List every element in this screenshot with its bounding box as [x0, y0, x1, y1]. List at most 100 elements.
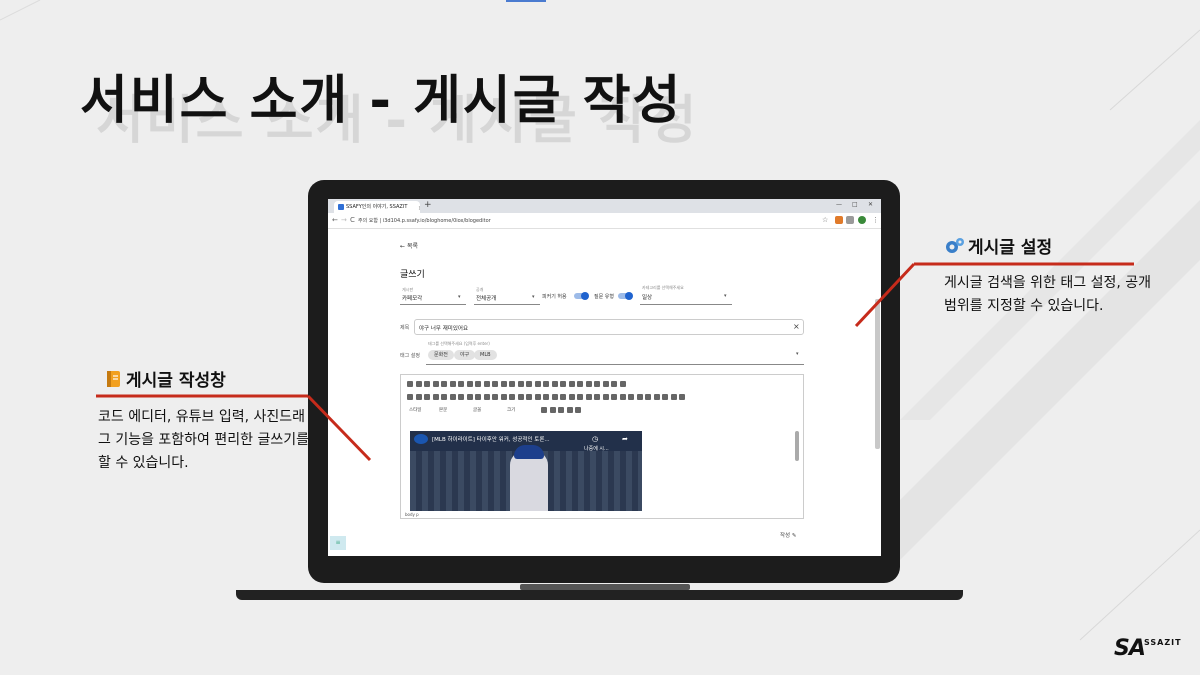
underline-icon[interactable] [424, 394, 430, 400]
forward-arrow-icon[interactable]: → [341, 216, 347, 224]
italic-icon[interactable] [415, 394, 422, 400]
youtube-icon[interactable] [679, 394, 685, 400]
subscript-icon[interactable] [441, 394, 447, 400]
indent-icon[interactable] [500, 394, 507, 400]
cut-icon[interactable] [458, 381, 464, 387]
post-title-input[interactable]: 야구 너무 재미있어요 × [414, 319, 804, 335]
floating-widget-button[interactable]: ≡ [330, 536, 346, 550]
textfield-icon[interactable] [577, 381, 583, 387]
anchor-icon[interactable] [602, 394, 609, 400]
category-select[interactable]: 게시판 카페모각 ▾ [400, 287, 466, 305]
ltr-icon[interactable] [560, 394, 566, 400]
paste-word-icon[interactable] [492, 381, 498, 387]
tag-chip[interactable]: 문화전 [428, 350, 454, 360]
rtl-icon[interactable] [568, 394, 575, 400]
address-bar[interactable]: 주의 요함 | i3d104.p.ssafy.io/bloghome/0iox/… [358, 216, 518, 226]
unlink-icon[interactable] [594, 394, 600, 400]
bookmark-star-icon[interactable]: ☆ [822, 216, 828, 224]
strike-icon[interactable] [432, 394, 439, 400]
visibility-select[interactable]: 공개 전체공개 ▾ [474, 287, 540, 305]
pagebreak-icon[interactable] [662, 394, 668, 400]
editor-scrollbar[interactable] [795, 431, 799, 461]
print-icon[interactable] [441, 381, 447, 387]
watch-later-icon[interactable]: ◷ [592, 435, 598, 443]
back-to-list-link[interactable]: ← 목록 [400, 241, 418, 250]
maximize-icon[interactable] [558, 407, 564, 413]
tag-chip[interactable]: 야구 [454, 350, 476, 360]
source-icon[interactable] [407, 381, 413, 387]
undo-icon[interactable] [500, 381, 507, 387]
button-field-icon[interactable] [602, 381, 609, 387]
template-icon[interactable] [449, 381, 456, 387]
youtube-embed[interactable]: [MLB 하이라이트] 타이후안 워커, 성공적인 토론... ◷ ➦ 나중에 … [410, 431, 642, 511]
profile-avatar-icon[interactable] [858, 216, 866, 224]
reload-icon[interactable]: C [350, 216, 355, 224]
numbered-list-icon[interactable] [475, 394, 481, 400]
extension-icon[interactable] [835, 216, 843, 224]
smiley-icon[interactable] [645, 394, 651, 400]
form-icon[interactable] [551, 381, 558, 387]
text-color-icon[interactable] [541, 407, 547, 413]
textarea-icon[interactable] [585, 381, 592, 387]
save-button[interactable]: 작성 ✎ [780, 531, 796, 539]
minimize-button[interactable]: — [836, 201, 842, 208]
tag-chip[interactable]: MLB [474, 350, 497, 360]
hidden-field-icon[interactable] [619, 381, 626, 387]
close-window-button[interactable]: ✕ [868, 201, 873, 208]
table-icon[interactable] [628, 394, 634, 400]
toggle-2-switch[interactable] [618, 292, 633, 300]
format-select[interactable]: 본문 [439, 407, 447, 413]
justify-icon[interactable] [551, 394, 558, 400]
image-icon[interactable] [611, 394, 617, 400]
select-all-icon[interactable] [534, 381, 541, 387]
flash-icon[interactable] [619, 394, 626, 400]
blockquote-icon[interactable] [509, 394, 515, 400]
replace-icon[interactable] [526, 381, 532, 387]
back-arrow-icon[interactable]: ← [332, 216, 338, 224]
subcategory-select[interactable]: 카테고리를 선택해주세요 일상 ▾ [640, 285, 732, 305]
outdent-icon[interactable] [492, 394, 498, 400]
save-icon[interactable] [415, 381, 422, 387]
radio-icon[interactable] [568, 381, 575, 387]
clear-format-icon[interactable] [466, 394, 473, 400]
rich-text-editor[interactable]: 스타일 본문 글꼴 크기 [MLB 하이라이트] 타이후안 워커, 성공적인 토… [400, 374, 804, 519]
bg-color-icon[interactable] [549, 407, 556, 413]
extensions-puzzle-icon[interactable] [846, 216, 854, 224]
paste-icon[interactable] [475, 381, 481, 387]
image-button-icon[interactable] [611, 381, 617, 387]
toggle-1-switch[interactable] [574, 292, 589, 300]
page-scrollbar[interactable] [875, 299, 880, 449]
bold-icon[interactable] [407, 394, 413, 400]
copy-icon[interactable] [466, 381, 473, 387]
align-right-icon[interactable] [543, 394, 549, 400]
clear-title-icon[interactable]: × [793, 322, 800, 331]
menu-kebab-icon[interactable]: ⋮ [872, 216, 879, 224]
superscript-icon[interactable] [449, 394, 456, 400]
size-select[interactable]: 크기 [507, 407, 515, 413]
align-left-icon[interactable] [526, 394, 532, 400]
show-blocks-icon[interactable] [566, 407, 573, 413]
code-icon[interactable] [458, 394, 464, 400]
iframe-icon[interactable] [670, 394, 677, 400]
redo-icon[interactable] [509, 381, 515, 387]
maximize-button[interactable]: □ [852, 201, 858, 208]
new-page-icon[interactable] [424, 381, 430, 387]
hr-icon[interactable] [636, 394, 643, 400]
spellcheck-icon[interactable] [543, 381, 549, 387]
select-field-icon[interactable] [594, 381, 600, 387]
div-icon[interactable] [517, 394, 524, 400]
font-select[interactable]: 글꼴 [473, 407, 481, 413]
find-icon[interactable] [517, 381, 524, 387]
bullet-list-icon[interactable] [483, 394, 490, 400]
about-icon[interactable] [575, 407, 581, 413]
browser-tab[interactable]: SSAFY인의 이야기, SSAZIT × [334, 201, 420, 213]
link-icon[interactable] [585, 394, 592, 400]
special-char-icon[interactable] [653, 394, 660, 400]
tab-close-icon[interactable]: × [418, 203, 420, 213]
new-tab-button[interactable]: + [424, 200, 432, 210]
preview-icon[interactable] [432, 381, 439, 387]
paste-text-icon[interactable] [483, 381, 490, 387]
checkbox-icon[interactable] [560, 381, 566, 387]
share-icon[interactable]: ➦ [622, 435, 628, 443]
align-center-icon[interactable] [534, 394, 541, 400]
